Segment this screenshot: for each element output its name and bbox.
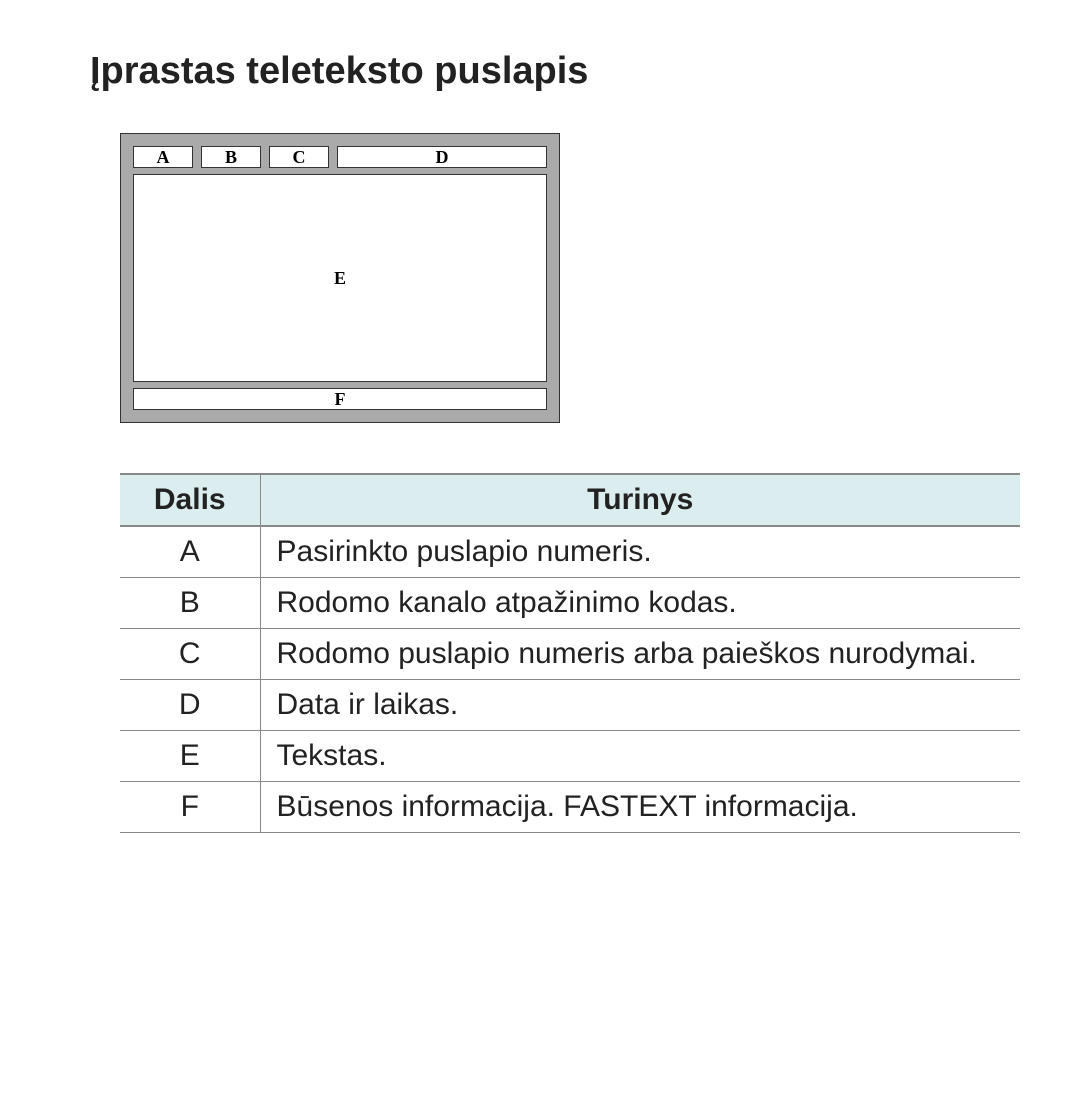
table-cell-part: C <box>120 629 260 680</box>
table-cell-content: Būsenos informacija. FASTEXT informacija… <box>260 782 1020 833</box>
diagram-box-b: B <box>201 146 261 168</box>
diagram-box-e: E <box>133 174 547 382</box>
table-row: B Rodomo kanalo atpažinimo kodas. <box>120 578 1020 629</box>
diagram-box-c: C <box>269 146 329 168</box>
table-row: C Rodomo puslapio numeris arba paieškos … <box>120 629 1020 680</box>
table-cell-part: A <box>120 526 260 578</box>
table-cell-part: D <box>120 680 260 731</box>
table-body: A Pasirinkto puslapio numeris. B Rodomo … <box>120 526 1020 833</box>
diagram-box-a: A <box>133 146 193 168</box>
table-cell-content: Pasirinkto puslapio numeris. <box>260 526 1020 578</box>
table-cell-part: E <box>120 731 260 782</box>
table-cell-content: Tekstas. <box>260 731 1020 782</box>
teletext-diagram: A B C D E F <box>120 133 990 423</box>
table-header-part: Dalis <box>120 474 260 526</box>
parts-table: Dalis Turinys A Pasirinkto puslapio nume… <box>120 473 1020 833</box>
table-cell-part: B <box>120 578 260 629</box>
table-header-content: Turinys <box>260 474 1020 526</box>
table-row: F Būsenos informacija. FASTEXT informaci… <box>120 782 1020 833</box>
table-row: D Data ir laikas. <box>120 680 1020 731</box>
parts-table-container: Dalis Turinys A Pasirinkto puslapio nume… <box>120 473 990 833</box>
table-row: E Tekstas. <box>120 731 1020 782</box>
diagram-box-d: D <box>337 146 547 168</box>
table-cell-part: F <box>120 782 260 833</box>
table-cell-content: Rodomo kanalo atpažinimo kodas. <box>260 578 1020 629</box>
table-cell-content: Rodomo puslapio numeris arba paieškos nu… <box>260 629 1020 680</box>
table-cell-content: Data ir laikas. <box>260 680 1020 731</box>
page-title: Įprastas teleteksto puslapis <box>90 50 990 93</box>
table-row: A Pasirinkto puslapio numeris. <box>120 526 1020 578</box>
diagram-box-f: F <box>133 388 547 410</box>
